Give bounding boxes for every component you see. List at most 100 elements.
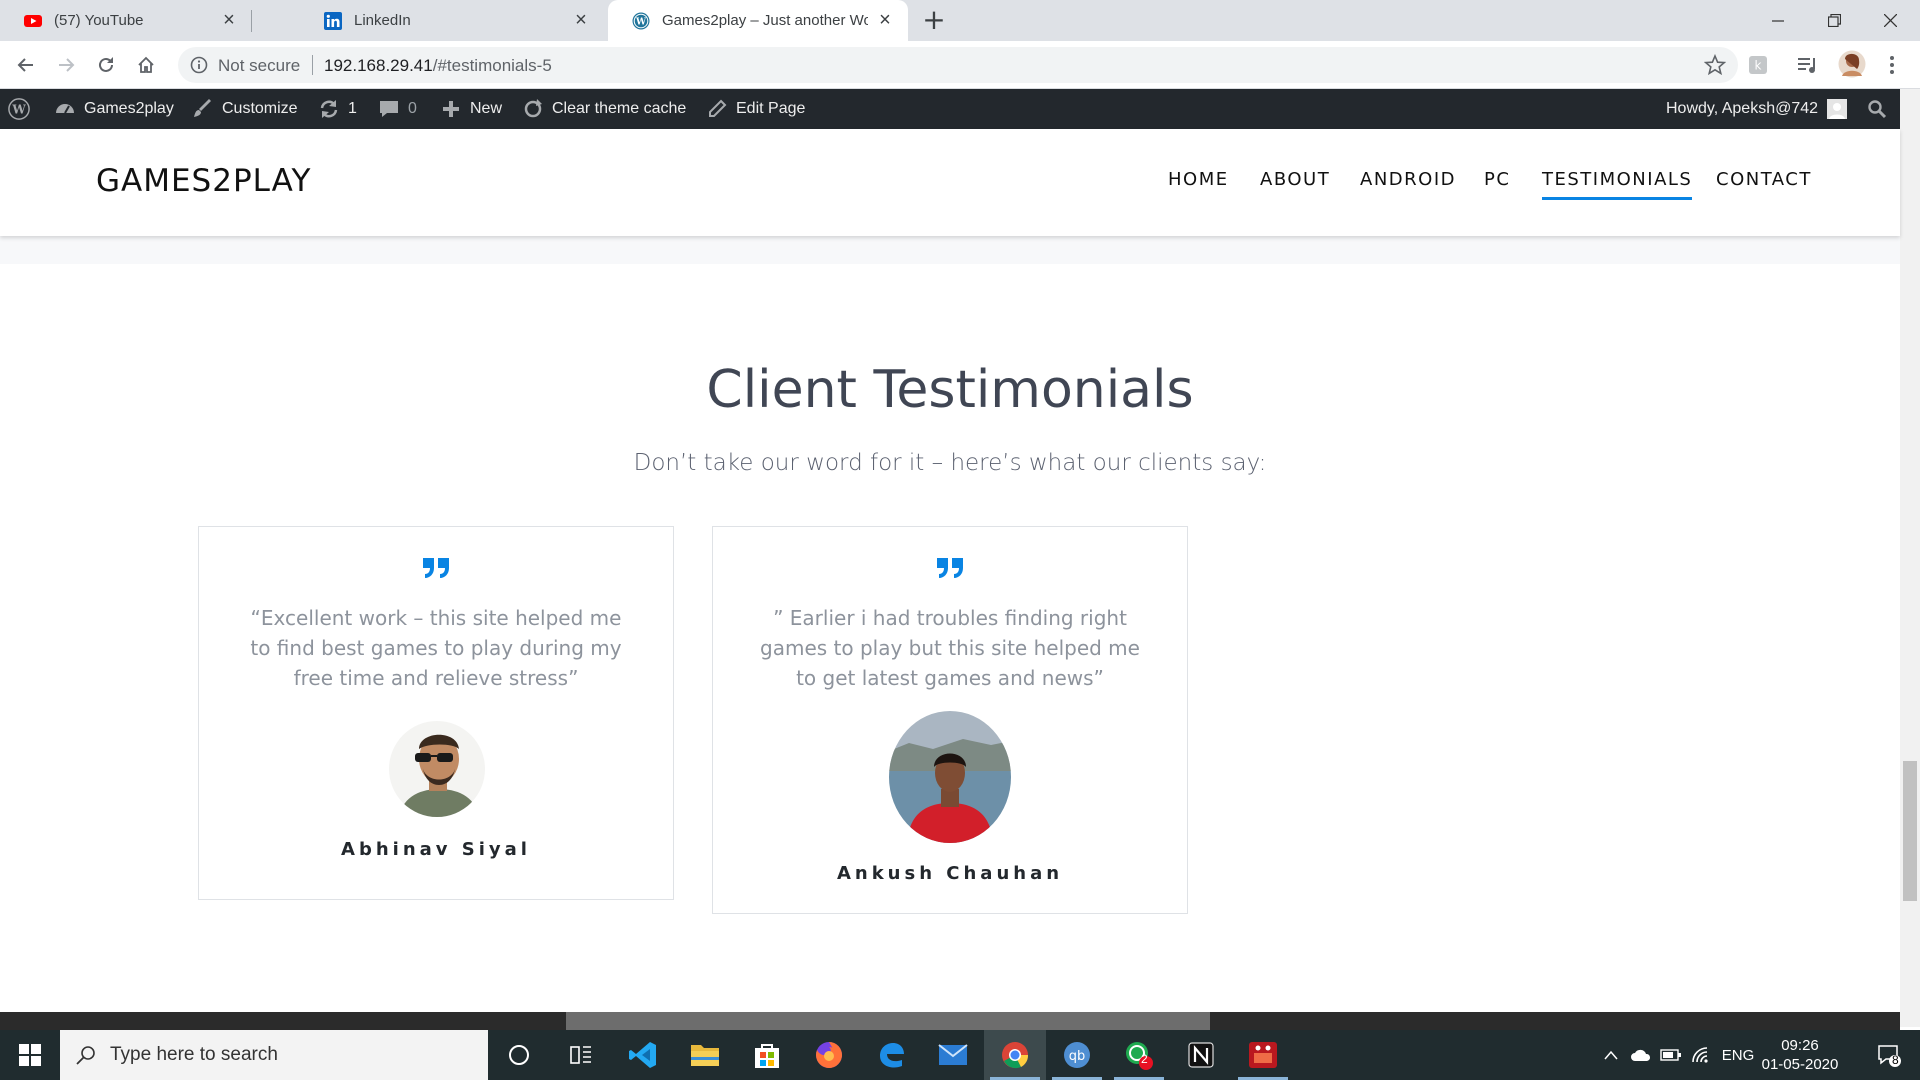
close-icon[interactable]: × [220, 10, 238, 30]
onedrive-icon[interactable] [1626, 1030, 1656, 1080]
task-view-icon[interactable] [550, 1030, 612, 1080]
system-clock[interactable]: 09:26 01-05-2020 [1752, 1036, 1848, 1074]
linkedin-icon [324, 11, 342, 30]
pencil-icon [706, 98, 728, 120]
vscode-icon[interactable] [612, 1030, 674, 1080]
quote-icon [713, 557, 1187, 579]
chrome-icon[interactable] [984, 1030, 1046, 1080]
my-account-menu[interactable]: Howdy, Apeksh@742 [1666, 89, 1848, 129]
testimonial-quote: “Excellent work – this site helped me to… [250, 606, 622, 690]
chevron-up-icon[interactable] [1596, 1030, 1626, 1080]
start-button[interactable] [0, 1030, 60, 1080]
whatsapp-icon[interactable]: 2 [1108, 1030, 1170, 1080]
tab-title: LinkedIn [354, 12, 411, 29]
wp-logo-menu[interactable]: W [8, 89, 30, 129]
wordpress-icon: W [632, 12, 650, 30]
extension-icon[interactable]: k [1746, 53, 1770, 77]
testimonial-card: “Excellent work – this site helped me to… [198, 526, 674, 900]
wifi-icon[interactable] [1686, 1030, 1716, 1080]
info-icon[interactable] [190, 56, 208, 74]
url-text: 192.168.29.41/#testimonials-5 [324, 56, 552, 76]
menu-contact[interactable]: CONTACT [1716, 169, 1812, 190]
page-scrollbar[interactable] [1900, 89, 1920, 1027]
tab-linkedin[interactable]: LinkedIn × [300, 0, 604, 41]
comment-icon [378, 98, 400, 120]
battery-icon[interactable] [1656, 1030, 1686, 1080]
search-placeholder: Type here to search [110, 1044, 278, 1065]
home-button[interactable] [130, 49, 162, 81]
customize-link[interactable]: Customize [192, 89, 298, 129]
svg-text:qb: qb [1069, 1049, 1086, 1064]
menu-dots-icon[interactable] [1880, 53, 1904, 77]
testimonials-section: Client Testimonials Don’t take our word … [0, 264, 1900, 1012]
forward-button[interactable] [50, 49, 82, 81]
action-center-icon[interactable]: 8 [1864, 1030, 1914, 1080]
cortana-icon[interactable] [488, 1030, 550, 1080]
new-tab-button[interactable]: + [920, 6, 948, 34]
client-photo [889, 711, 1011, 843]
section-subtitle: Don’t take our word for it – here’s what… [633, 450, 1267, 476]
close-window-button[interactable] [1862, 0, 1918, 41]
minimize-button[interactable] [1750, 0, 1806, 41]
tab-youtube[interactable]: (57) YouTube × [0, 0, 252, 41]
quote-icon [199, 557, 673, 579]
section-divider [0, 236, 1900, 264]
edit-page-link[interactable]: Edit Page [706, 89, 805, 129]
mail-icon[interactable] [922, 1030, 984, 1080]
tab-games2play[interactable]: W Games2play – Just another WordPress si… [608, 0, 908, 41]
address-bar[interactable]: Not secure 192.168.29.41/#testimonials-5 [178, 47, 1738, 83]
comments-link[interactable]: 0 [378, 89, 417, 129]
firefox-icon[interactable] [798, 1030, 860, 1080]
url-host: 192.168.29.41 [324, 56, 433, 75]
updates-link[interactable]: 1 [318, 89, 357, 129]
menu-pc[interactable]: PC [1484, 169, 1510, 190]
security-label: Not secure [218, 56, 301, 75]
edge-icon[interactable] [860, 1030, 922, 1080]
youtube-icon [24, 12, 42, 30]
menu-testimonials[interactable]: TESTIMONIALS [1542, 169, 1693, 200]
footer-image-strip [566, 1012, 1210, 1030]
updates-icon [318, 98, 340, 120]
divider [312, 55, 313, 75]
wp-admin-bar: W Games2play Customize 1 0 New Clear the… [0, 89, 1900, 129]
site-logo[interactable]: GAMES2PLAY [96, 163, 311, 199]
qbittorrent-icon[interactable]: qb [1046, 1030, 1108, 1080]
profile-avatar[interactable] [1838, 50, 1866, 78]
microsoft-store-icon[interactable] [736, 1030, 798, 1080]
tab-separator [251, 10, 252, 32]
howdy-text: Howdy, Apeksh@742 [1666, 100, 1819, 117]
customize-label: Customize [222, 100, 298, 117]
edit-page-label: Edit Page [736, 100, 806, 117]
new-label: New [470, 100, 503, 117]
scrollbar-thumb[interactable] [1903, 761, 1917, 901]
reload-button[interactable] [90, 49, 122, 81]
close-icon[interactable]: × [876, 10, 894, 30]
admin-search[interactable] [1866, 89, 1888, 129]
restore-button[interactable] [1806, 0, 1862, 41]
file-explorer-icon[interactable] [674, 1030, 736, 1080]
browser-tab-strip: (57) YouTube × LinkedIn × W Games2play –… [0, 0, 1920, 41]
site-name-menu[interactable]: Games2play [54, 89, 174, 129]
notion-icon[interactable] [1170, 1030, 1232, 1080]
clear-cache-link[interactable]: Clear theme cache [522, 89, 686, 129]
menu-home[interactable]: HOME [1168, 169, 1229, 190]
brush-icon [192, 98, 214, 120]
menu-android[interactable]: ANDROID [1360, 169, 1456, 190]
client-name: Ankush Chauhan [836, 863, 1064, 884]
url-path: /#testimonials-5 [432, 56, 552, 75]
taskbar-search[interactable]: Type here to search [60, 1030, 488, 1080]
tab-title: Games2play – Just another WordPress site [662, 12, 868, 29]
client-name: Abhinav Siyal [341, 839, 531, 860]
svg-text:W: W [11, 103, 26, 117]
svg-text:k: k [1755, 59, 1762, 73]
new-content-menu[interactable]: New [440, 89, 502, 129]
footer-preview [0, 1012, 1900, 1030]
back-button[interactable] [10, 49, 42, 81]
game-app-icon[interactable] [1232, 1030, 1294, 1080]
bookmark-star-icon[interactable] [1704, 54, 1726, 76]
close-icon[interactable]: × [572, 10, 590, 30]
clear-cache-label: Clear theme cache [552, 100, 687, 117]
menu-about[interactable]: ABOUT [1260, 169, 1330, 190]
windows-taskbar: Type here to search qb 2 ENG 09:26 01-05… [0, 1030, 1920, 1080]
media-control-icon[interactable] [1796, 53, 1820, 77]
